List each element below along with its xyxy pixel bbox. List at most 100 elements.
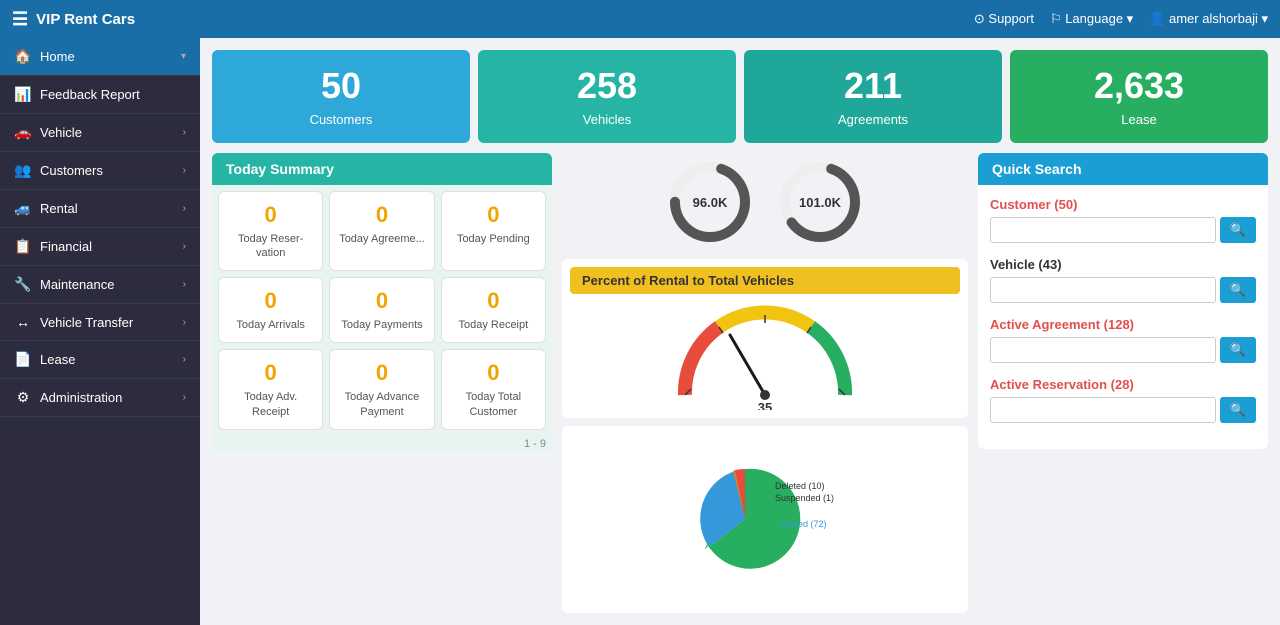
bottom-section: Today Summary 0 Today Reser-vation 0 Tod…	[212, 153, 1268, 613]
stat-label-0: Customers	[228, 112, 454, 127]
qs-select-1[interactable]	[990, 277, 1216, 303]
stat-card-3[interactable]: 2,633 Lease	[1010, 50, 1268, 143]
lease-icon: 📄	[14, 351, 32, 368]
qs-select-2[interactable]	[990, 337, 1216, 363]
hamburger-icon[interactable]: ☰	[12, 9, 28, 30]
today-card-3[interactable]: 0 Today Arrivals	[218, 277, 323, 343]
user-menu[interactable]: 👤 amer alshorbaji ▾	[1149, 11, 1268, 27]
today-summary: Today Summary 0 Today Reser-vation 0 Tod…	[212, 153, 552, 613]
sidebar-label-feedback: Feedback Report	[40, 87, 140, 102]
sidebar-item-lease[interactable]: 📄 Lease ›	[0, 341, 200, 379]
svg-text:Deleted (10): Deleted (10)	[775, 481, 825, 491]
sidebar-item-vehicle-transfer[interactable]: ↔ Vehicle Transfer ›	[0, 304, 200, 341]
today-grid: 0 Today Reser-vation 0 Today Agreeme... …	[212, 185, 552, 436]
today-card-4[interactable]: 0 Today Payments	[329, 277, 434, 343]
svg-text:101.0K: 101.0K	[799, 195, 842, 210]
today-card-5[interactable]: 0 Today Receipt	[441, 277, 546, 343]
sidebar-label-vehicle-transfer: Vehicle Transfer	[40, 315, 133, 330]
today-label-2: Today Pending	[448, 232, 539, 246]
qs-body: Customer (50) 🔍 Vehicle (43) 🔍 Active Ag…	[978, 185, 1268, 449]
qs-select-3[interactable]	[990, 397, 1216, 423]
chevron-icon: ›	[183, 127, 186, 138]
today-card-7[interactable]: 0 Today Advance Payment	[329, 349, 434, 430]
today-num-2: 0	[448, 202, 539, 228]
stat-label-2: Agreements	[760, 112, 986, 127]
svg-text:35: 35	[758, 400, 772, 410]
today-card-0[interactable]: 0 Today Reser-vation	[218, 191, 323, 272]
sidebar-item-financial[interactable]: 📋 Financial ›	[0, 228, 200, 266]
qs-title-2: Active Agreement (128)	[990, 317, 1256, 332]
qs-item-3: Active Reservation (28) 🔍	[990, 377, 1256, 423]
qs-search-btn-2[interactable]: 🔍	[1220, 337, 1256, 363]
sidebar-item-left: ⚙ Administration	[14, 389, 122, 406]
gauge-section: Percent of Rental to Total Vehicles	[562, 259, 968, 418]
middle-column: 96.0K 101.0K Percent of Rental to Total …	[562, 153, 968, 613]
gauge-header: Percent of Rental to Total Vehicles	[570, 267, 960, 294]
sidebar: 🏠 Home ▾ 📊 Feedback Report 🚗 Vehicle › 👥…	[0, 38, 200, 625]
customers-icon: 👥	[14, 162, 32, 179]
today-card-6[interactable]: 0 Today Adv. Receipt	[218, 349, 323, 430]
today-summary-header: Today Summary	[212, 153, 552, 185]
topnav-left: ☰ VIP Rent Cars	[12, 9, 135, 30]
sidebar-label-financial: Financial	[40, 239, 92, 254]
gauge-container: 35	[570, 300, 960, 410]
svg-text:96.0K: 96.0K	[693, 195, 728, 210]
language-selector[interactable]: ⚐ Language ▾	[1050, 11, 1133, 27]
page-indicator: 1 - 9	[212, 436, 552, 452]
sidebar-item-left: 📊 Feedback Report	[14, 86, 140, 103]
sidebar-item-left: 🚙 Rental	[14, 200, 78, 217]
sidebar-item-feedback[interactable]: 📊 Feedback Report	[0, 76, 200, 114]
support-link[interactable]: ⊙ Support	[974, 11, 1034, 27]
svg-text:Suspended (1): Suspended (1)	[775, 493, 834, 503]
qs-search-btn-3[interactable]: 🔍	[1220, 397, 1256, 423]
chevron-icon: ›	[183, 392, 186, 403]
donut-row: 96.0K 101.0K	[562, 153, 968, 251]
qs-select-0[interactable]	[990, 217, 1216, 243]
today-label-0: Today Reser-vation	[225, 232, 316, 261]
vehicle-transfer-icon: ↔	[14, 314, 32, 330]
today-card-8[interactable]: 0 Today Total Customer	[441, 349, 546, 430]
sidebar-item-left: 🔧 Maintenance	[14, 276, 114, 293]
administration-icon: ⚙	[14, 389, 32, 406]
sidebar-item-maintenance[interactable]: 🔧 Maintenance ›	[0, 266, 200, 304]
sidebar-label-customers: Customers	[40, 163, 103, 178]
topnav-right: ⊙ Support ⚐ Language ▾ 👤 amer alshorbaji…	[974, 11, 1268, 27]
today-label-4: Today Payments	[336, 318, 427, 332]
today-label-1: Today Agreeme...	[336, 232, 427, 246]
qs-title-0: Customer (50)	[990, 197, 1256, 212]
today-label-3: Today Arrivals	[225, 318, 316, 332]
sidebar-item-customers[interactable]: 👥 Customers ›	[0, 152, 200, 190]
stat-num-0: 50	[228, 66, 454, 106]
stat-card-1[interactable]: 258 Vehicles	[478, 50, 736, 143]
stat-card-0[interactable]: 50 Customers	[212, 50, 470, 143]
sidebar-item-vehicle[interactable]: 🚗 Vehicle ›	[0, 114, 200, 152]
sidebar-item-rental[interactable]: 🚙 Rental ›	[0, 190, 200, 228]
svg-text:Closed (72): Closed (72)	[780, 519, 827, 529]
stat-num-2: 211	[760, 66, 986, 106]
sidebar-item-administration[interactable]: ⚙ Administration ›	[0, 379, 200, 417]
sidebar-item-left: 🏠 Home	[14, 48, 75, 65]
today-num-8: 0	[448, 360, 539, 386]
donut-2: 101.0K	[775, 157, 865, 247]
today-card-1[interactable]: 0 Today Agreeme...	[329, 191, 434, 272]
sidebar-item-left: 🚗 Vehicle	[14, 124, 82, 141]
stat-card-2[interactable]: 211 Agreements	[744, 50, 1002, 143]
today-label-5: Today Receipt	[448, 318, 539, 332]
qs-search-btn-0[interactable]: 🔍	[1220, 217, 1256, 243]
qs-input-row-3: 🔍	[990, 397, 1256, 423]
qs-item-1: Vehicle (43) 🔍	[990, 257, 1256, 303]
today-num-5: 0	[448, 288, 539, 314]
main-layout: 🏠 Home ▾ 📊 Feedback Report 🚗 Vehicle › 👥…	[0, 38, 1280, 625]
sidebar-label-vehicle: Vehicle	[40, 125, 82, 140]
vehicle-icon: 🚗	[14, 124, 32, 141]
today-num-1: 0	[336, 202, 427, 228]
sidebar-item-left: 📋 Financial	[14, 238, 92, 255]
chevron-icon: ▾	[181, 51, 186, 62]
sidebar-item-home[interactable]: 🏠 Home ▾	[0, 38, 200, 76]
qs-search-btn-1[interactable]: 🔍	[1220, 277, 1256, 303]
maintenance-icon: 🔧	[14, 276, 32, 293]
home-icon: 🏠	[14, 48, 32, 65]
sidebar-item-left: 👥 Customers	[14, 162, 103, 179]
today-label-6: Today Adv. Receipt	[225, 390, 316, 419]
today-card-2[interactable]: 0 Today Pending	[441, 191, 546, 272]
